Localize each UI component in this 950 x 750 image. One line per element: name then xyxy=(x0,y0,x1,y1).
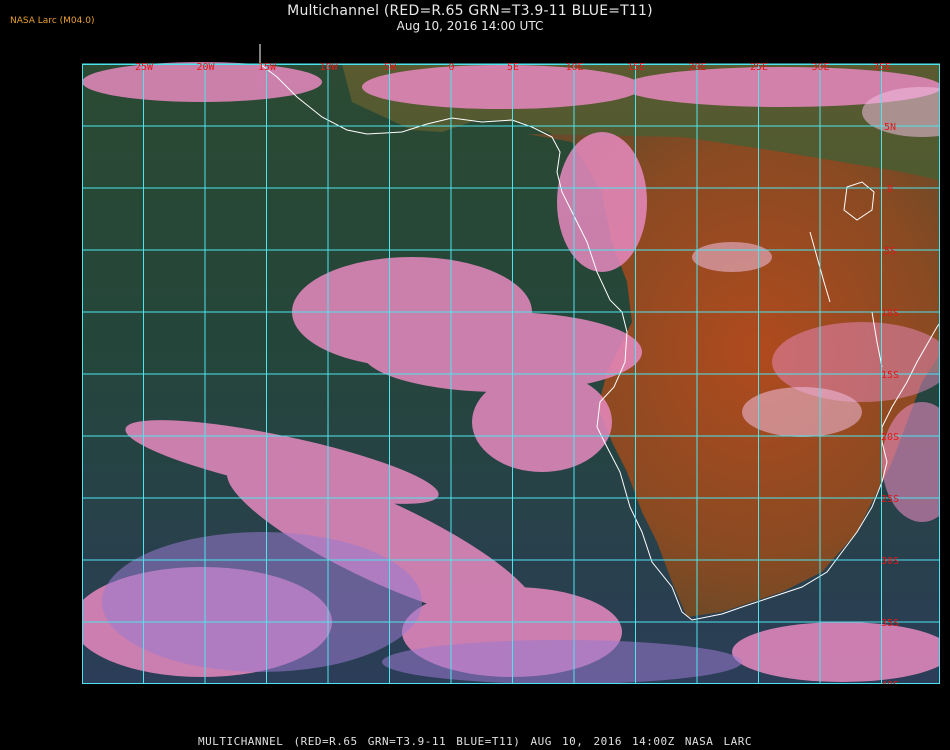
latitude-label: 30S xyxy=(881,556,899,567)
longitude-label: 0 xyxy=(448,62,454,73)
longitude-label: 15E xyxy=(627,62,645,73)
longitude-label: 25W xyxy=(135,62,154,73)
longitude-label: 20E xyxy=(688,62,706,73)
latitude-label: 15S xyxy=(881,370,899,381)
latitude-label: 25S xyxy=(881,494,899,505)
latitude-label: 10S xyxy=(881,308,899,319)
image-datetime: Aug 10, 2016 14:00 UTC xyxy=(396,19,544,33)
longitude-label: 10W xyxy=(319,62,338,73)
latitude-label: 35S xyxy=(881,618,899,629)
longitude-label: 15W xyxy=(258,62,277,73)
header: NASA Larc (M04.0) Multichannel (RED=R.65… xyxy=(0,0,950,40)
image-title: Multichannel (RED=R.65 GRN=T3.9-11 BLUE=… xyxy=(287,3,653,19)
longitude-label: 10E xyxy=(565,62,583,73)
latitude-label: 5S xyxy=(884,246,896,257)
longitude-label: 5W xyxy=(384,62,397,73)
longitude-label: 5E xyxy=(507,62,519,73)
satellite-map: 25W 20W 15W 10W 5W 0 5E 10E 15E 20E 25E 30E 35E 5N 0 5… xyxy=(82,42,948,728)
longitude-label: 25E xyxy=(750,62,768,73)
longitude-label: 35E xyxy=(873,62,891,73)
longitude-label: 20W xyxy=(196,62,215,73)
bottom-margin xyxy=(82,684,948,728)
footer-caption: MULTICHANNEL (RED=R.65 GRN=T3.9-11 BLUE=… xyxy=(197,735,753,748)
latitude-label: 20S xyxy=(881,432,899,443)
longitude-label: 30E xyxy=(811,62,829,73)
latitude-label: 5N xyxy=(884,122,896,133)
latitude-label: 0 xyxy=(887,184,893,195)
right-margin xyxy=(940,42,948,728)
